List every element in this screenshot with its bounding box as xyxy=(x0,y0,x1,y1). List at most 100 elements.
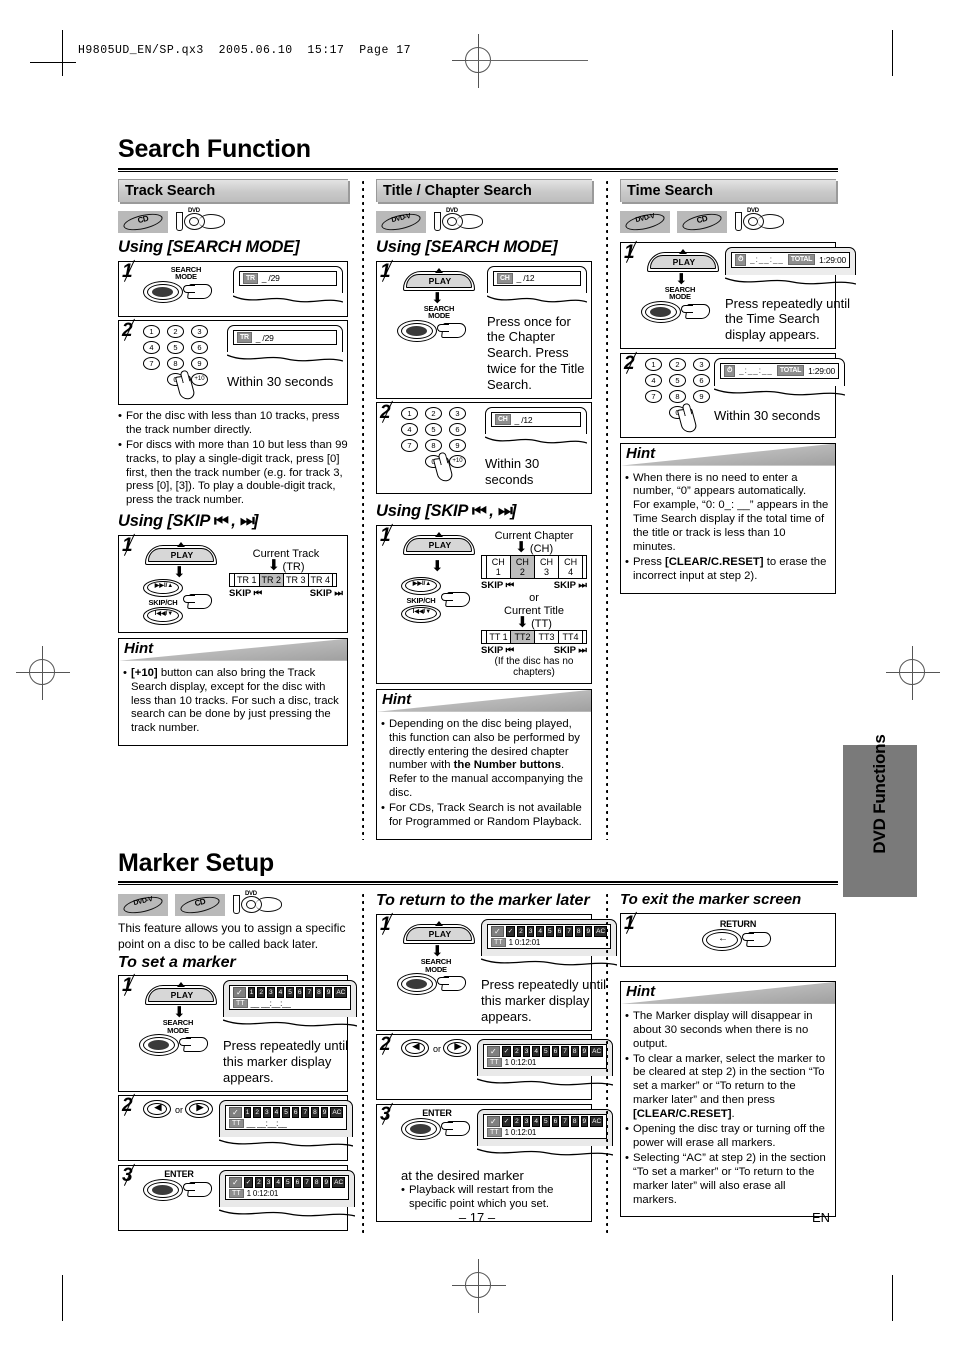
skip-up-button[interactable]: ▶▶I/▲ xyxy=(143,579,185,599)
skip-down-button[interactable]: I◀◀/▼ xyxy=(401,604,443,625)
bullet: Playback will restart from the specific … xyxy=(401,1184,587,1212)
key-4[interactable]: 4 xyxy=(143,341,160,354)
chapter-strip: CH 1 CH 2 CH 3 CH 4 xyxy=(481,554,588,579)
key-9[interactable]: 9 xyxy=(693,389,710,403)
key-5[interactable]: 5 xyxy=(669,373,686,387)
key-2[interactable]: 2 xyxy=(167,325,184,338)
key-6[interactable]: 6 xyxy=(693,373,710,387)
page-number: – 17 – xyxy=(458,1210,496,1225)
right-arrow-button[interactable]: ▶ xyxy=(443,1039,473,1059)
search-mode-button[interactable] xyxy=(139,1034,181,1058)
key-3[interactable]: 3 xyxy=(693,357,710,371)
track-cell: TR 4 xyxy=(307,573,333,588)
step-panel-returnmarker-1: 1 PLAY ⬇ SEARCHMODE xyxy=(376,912,618,1031)
numeric-keypad[interactable]: 123 456 789 0+10 xyxy=(143,325,223,401)
key-7[interactable]: 7 xyxy=(143,357,160,370)
play-button[interactable]: PLAY xyxy=(403,267,477,293)
play-button[interactable]: PLAY xyxy=(145,541,219,567)
marker-time-row: TT __ __:__:__ xyxy=(229,1119,343,1129)
right-arrow-button[interactable]: ▶ xyxy=(185,1100,215,1120)
key-3[interactable]: 3 xyxy=(191,325,208,338)
play-button[interactable]: PLAY xyxy=(145,981,219,1007)
pointing-hand-icon xyxy=(437,321,469,343)
key-3[interactable]: 3 xyxy=(449,407,466,421)
return-button[interactable]: ← xyxy=(702,928,744,953)
tt-indicator: TT xyxy=(229,1119,244,1129)
skip-up-button[interactable]: ▶▶I/▲ xyxy=(401,577,443,597)
chapter-cell: CH 1 xyxy=(485,554,510,579)
pointing-hand-icon xyxy=(742,930,774,952)
key-1[interactable]: 1 xyxy=(401,407,418,421)
left-arrow-button[interactable]: ◀ xyxy=(143,1100,173,1120)
howto-skip-track: Using [SKIP ⏮ , ⏭] xyxy=(118,512,259,531)
key-8[interactable]: 8 xyxy=(167,357,184,370)
skip-down-button[interactable]: I◀◀/▼ xyxy=(143,606,185,627)
numeric-keypad[interactable]: 123 456 789 0+10 xyxy=(645,357,710,433)
dvd-video-disc-icon: DVD-V xyxy=(118,894,168,917)
torn-edge-decoration xyxy=(484,436,588,444)
down-arrow-icon: ⬇ xyxy=(173,564,186,582)
column-divider xyxy=(362,892,364,1236)
title-cell-current: TT2 xyxy=(510,629,534,644)
skip-direction-row: SKIP ⏮ SKIP ⏭ xyxy=(481,580,587,591)
key-1[interactable]: 1 xyxy=(143,325,160,338)
skip-fwd-icon: ⏭ xyxy=(240,512,255,531)
enter-button[interactable] xyxy=(143,1178,185,1203)
marker-display-2: ✓ 1 2 3 4 5 6 7 8 9 AC TT __ __:__:__ xyxy=(218,1100,354,1155)
pointing-hand-icon xyxy=(183,1180,215,1202)
step-note-title-2: Within 30 seconds xyxy=(485,456,540,488)
left-arrow-button[interactable]: ◀ xyxy=(401,1039,431,1059)
key-9[interactable]: 9 xyxy=(449,439,466,453)
clock-icon: ⏱ xyxy=(724,364,736,377)
key-6[interactable]: 6 xyxy=(191,341,208,354)
tt-indicator: TT xyxy=(233,999,248,1009)
torn-edge-decoration xyxy=(480,958,618,966)
step-panel-title-2: 2 123 456 789 0+10 CH xyxy=(376,401,592,495)
howto-skip-title: Using [SKIP ⏮ , ⏭] xyxy=(376,502,517,521)
skip-back-label: SKIP ⏮ xyxy=(229,588,263,600)
play-button[interactable]: PLAY xyxy=(403,531,477,557)
play-button[interactable]: PLAY xyxy=(647,248,721,274)
step-panel-returnmarker-3: 3 ENTER ✓ ✓ 2 3 4 5 6 7 8 9 AC TT 1 0:12… xyxy=(376,1102,614,1223)
search-mode-button[interactable] xyxy=(641,300,683,325)
cd-disc-icon: CD xyxy=(677,210,727,233)
key-7[interactable]: 7 xyxy=(645,389,662,403)
key-4[interactable]: 4 xyxy=(645,373,662,387)
marker-display-1: ✓ 1 2 3 4 5 6 7 8 9 AC TT __ __:__:__ xyxy=(222,980,358,1035)
key-7[interactable]: 7 xyxy=(401,439,418,453)
step-note-time-1: Press repeatedly until the Time Search d… xyxy=(725,295,851,343)
key-5[interactable]: 5 xyxy=(425,423,442,437)
key-2[interactable]: 2 xyxy=(669,357,686,371)
key-9[interactable]: 9 xyxy=(191,357,208,370)
step-panel-setmarker-1: 1 PLAY ⬇ SEARCHMODE xyxy=(118,973,358,1092)
hint-bullets: Depending on the disc being played, this… xyxy=(381,718,586,830)
key-4[interactable]: 4 xyxy=(401,423,418,437)
key-8[interactable]: 8 xyxy=(425,439,442,453)
skip-fwd-icon: ⏭ xyxy=(498,502,513,521)
search-mode-button[interactable] xyxy=(397,973,439,997)
step-note-track-2: Within 30 seconds xyxy=(227,374,334,389)
step-panel-track-2: 2 123 456 789 0+10 TR xyxy=(118,318,348,405)
step-panel-track-1: 1 SEARCH MODE TR _ /29 xyxy=(118,259,348,317)
numeric-keypad[interactable]: 123 456 789 0+10 xyxy=(401,407,481,483)
play-button[interactable]: PLAY xyxy=(403,920,477,946)
howto-search-mode-track: Using [SEARCH MODE] xyxy=(118,237,300,256)
key-2[interactable]: 2 xyxy=(425,407,442,421)
skip-back-icon: ⏮ xyxy=(214,512,229,531)
current-track-caption: Current Track xyxy=(252,548,320,561)
key-5[interactable]: 5 xyxy=(167,341,184,354)
step-panel-title-1: 1 PLAY ⬇ SEARCH MODE CH _ /12 Press once… xyxy=(376,259,592,399)
search-columns: Track Search CD DVD Using [SEARCH MODE] … xyxy=(118,178,857,840)
display-value: _ /29 xyxy=(261,273,280,283)
search-mode-key-label: SEARCH MODE xyxy=(420,957,452,974)
key-1[interactable]: 1 xyxy=(645,357,662,371)
step-panel-exitmarker-1: 1 RETURN ← xyxy=(620,911,836,967)
enter-button[interactable] xyxy=(401,1117,443,1142)
search-mode-button[interactable] xyxy=(143,280,185,305)
search-mode-button[interactable] xyxy=(397,319,439,344)
title-rule xyxy=(118,881,838,886)
key-8[interactable]: 8 xyxy=(669,389,686,403)
key-6[interactable]: 6 xyxy=(449,423,466,437)
crop-mark-tl-h xyxy=(30,62,76,63)
current-track-unit: (TR) xyxy=(282,561,305,574)
